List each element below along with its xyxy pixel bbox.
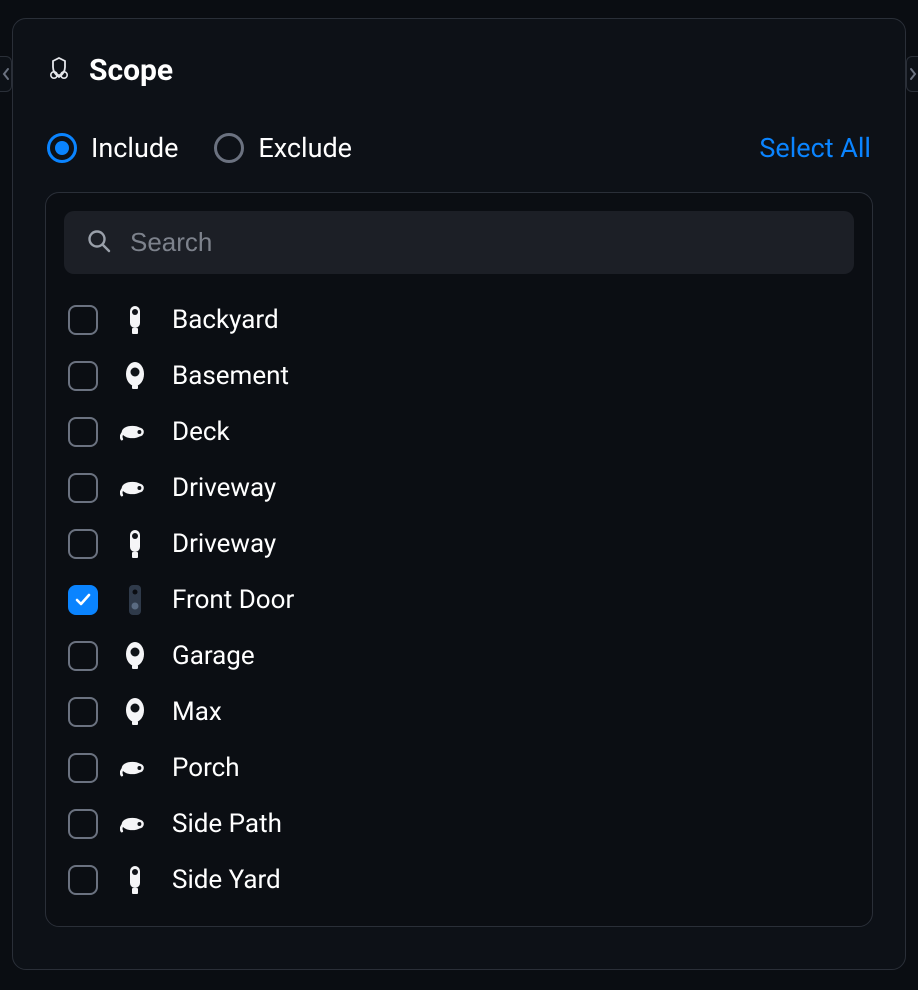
include-radio[interactable]: Include — [47, 132, 178, 164]
device-list: Backyard Basement Deck Driveway Driveway Fron… — [64, 292, 854, 908]
list-item[interactable]: Front Door — [64, 572, 854, 628]
list-item[interactable]: Garage — [64, 628, 854, 684]
camera-indoor-icon — [120, 695, 150, 729]
checkbox[interactable] — [68, 809, 98, 839]
device-list-container: Backyard Basement Deck Driveway Driveway Fron… — [45, 192, 873, 927]
search-icon — [86, 228, 112, 258]
search-input[interactable] — [130, 227, 832, 258]
item-label: Max — [172, 697, 222, 727]
checkbox[interactable] — [68, 697, 98, 727]
camera-stick-icon — [120, 527, 150, 561]
list-item[interactable]: Driveway — [64, 460, 854, 516]
camera-bullet-icon — [120, 807, 150, 841]
list-item[interactable]: Side Yard — [64, 852, 854, 908]
radio-indicator — [47, 133, 77, 163]
camera-bullet-icon — [120, 415, 150, 449]
list-item[interactable]: Side Path — [64, 796, 854, 852]
exclude-radio[interactable]: Exclude — [214, 132, 352, 164]
camera-indoor-icon — [120, 639, 150, 673]
list-item[interactable]: Basement — [64, 348, 854, 404]
camera-stick-icon — [120, 863, 150, 897]
checkbox[interactable] — [68, 865, 98, 895]
select-all-button[interactable]: Select All — [759, 132, 871, 164]
panel-title: Scope — [89, 53, 173, 88]
checkbox[interactable] — [68, 753, 98, 783]
checkbox[interactable] — [68, 585, 98, 615]
item-label: Deck — [172, 417, 230, 447]
list-item[interactable]: Porch — [64, 740, 854, 796]
list-item[interactable]: Driveway — [64, 516, 854, 572]
filter-radio-group: Include Exclude — [47, 132, 352, 164]
item-label: Backyard — [172, 305, 279, 335]
item-label: Side Yard — [172, 865, 281, 895]
item-label: Garage — [172, 641, 255, 671]
checkbox[interactable] — [68, 641, 98, 671]
panel-header: Scope — [45, 53, 873, 88]
checkbox[interactable] — [68, 361, 98, 391]
scope-icon — [45, 55, 73, 87]
exclude-label: Exclude — [258, 132, 352, 164]
item-label: Side Path — [172, 809, 282, 839]
camera-indoor-icon — [120, 359, 150, 393]
checkbox[interactable] — [68, 417, 98, 447]
scope-panel: Scope Include Exclude Select All — [12, 18, 906, 970]
doorbell-icon — [120, 583, 150, 617]
item-label: Front Door — [172, 585, 294, 615]
filter-row: Include Exclude Select All — [45, 132, 873, 164]
item-label: Porch — [172, 753, 240, 783]
search-box[interactable] — [64, 211, 854, 274]
camera-bullet-icon — [120, 471, 150, 505]
item-label: Driveway — [172, 529, 276, 559]
checkbox[interactable] — [68, 305, 98, 335]
item-label: Basement — [172, 361, 289, 391]
checkbox[interactable] — [68, 529, 98, 559]
list-item[interactable]: Max — [64, 684, 854, 740]
camera-bullet-icon — [120, 751, 150, 785]
list-item[interactable]: Backyard — [64, 292, 854, 348]
prev-panel-nav[interactable] — [0, 56, 12, 92]
camera-stick-icon — [120, 303, 150, 337]
include-label: Include — [91, 132, 178, 164]
list-item[interactable]: Deck — [64, 404, 854, 460]
radio-indicator — [214, 133, 244, 163]
checkbox[interactable] — [68, 473, 98, 503]
item-label: Driveway — [172, 473, 276, 503]
next-panel-nav[interactable] — [906, 56, 918, 92]
